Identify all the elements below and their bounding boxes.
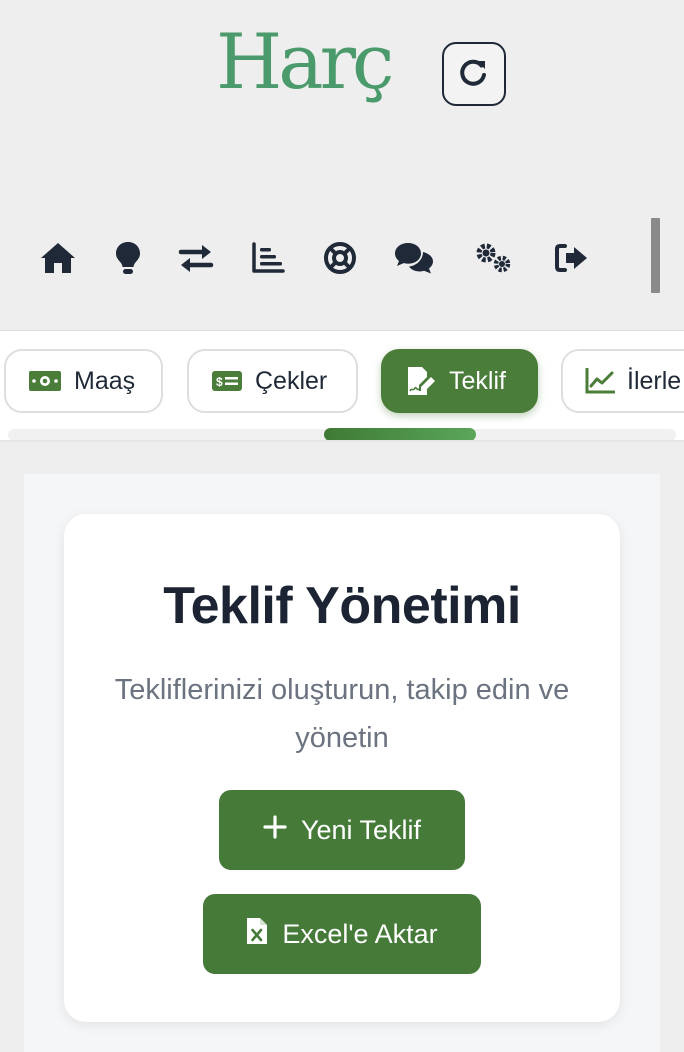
lightbulb-icon[interactable]: [106, 228, 150, 288]
app-logo: Harç: [216, 17, 394, 106]
chat-bubbles-icon[interactable]: [392, 228, 436, 288]
tab-scroll-thumb[interactable]: [324, 428, 476, 440]
svg-text:$: $: [216, 375, 223, 389]
tab-maas[interactable]: Maaş: [4, 349, 163, 413]
refresh-button[interactable]: [442, 42, 506, 106]
lifebuoy-icon[interactable]: [318, 228, 362, 288]
home-icon[interactable]: [36, 228, 80, 288]
tab-bar: Maaş $ Çekler Teklif İlerle: [0, 330, 684, 442]
export-excel-button[interactable]: Excel'e Aktar: [203, 894, 481, 974]
chart-bars-icon[interactable]: [246, 228, 290, 288]
tab-label: Teklif: [449, 366, 506, 395]
tab-label: Çekler: [255, 366, 328, 395]
money-bill-icon: [28, 369, 62, 393]
file-signature-icon: [405, 365, 437, 397]
tab-ilerle[interactable]: İlerle: [561, 349, 684, 413]
new-offer-label: Yeni Teklif: [300, 814, 422, 845]
tab-cekler[interactable]: $ Çekler: [187, 349, 358, 413]
tab-teklif[interactable]: Teklif: [381, 349, 538, 413]
offer-management-card: Teklif Yönetimi Tekliflerinizi oluşturun…: [64, 514, 620, 1022]
tab-label: Maaş: [74, 366, 136, 395]
icon-navigation: [0, 228, 684, 290]
check-bill-icon: $: [211, 370, 243, 392]
plus-icon: [263, 814, 287, 846]
refresh-icon: [457, 55, 491, 94]
exchange-icon[interactable]: [174, 228, 218, 288]
export-excel-label: Excel'e Aktar: [282, 918, 438, 949]
gears-icon[interactable]: [472, 228, 516, 288]
line-chart-icon: [585, 368, 615, 394]
tab-label: İlerle: [627, 366, 682, 395]
logout-icon[interactable]: [550, 228, 594, 288]
new-offer-button[interactable]: Yeni Teklif: [219, 790, 465, 870]
page-subtitle: Tekliflerinizi oluşturun, takip edin ve …: [114, 674, 570, 754]
excel-file-icon: [246, 917, 268, 952]
nav-scrollbar[interactable]: [651, 218, 660, 293]
page-title: Teklif Yönetimi: [163, 577, 521, 635]
